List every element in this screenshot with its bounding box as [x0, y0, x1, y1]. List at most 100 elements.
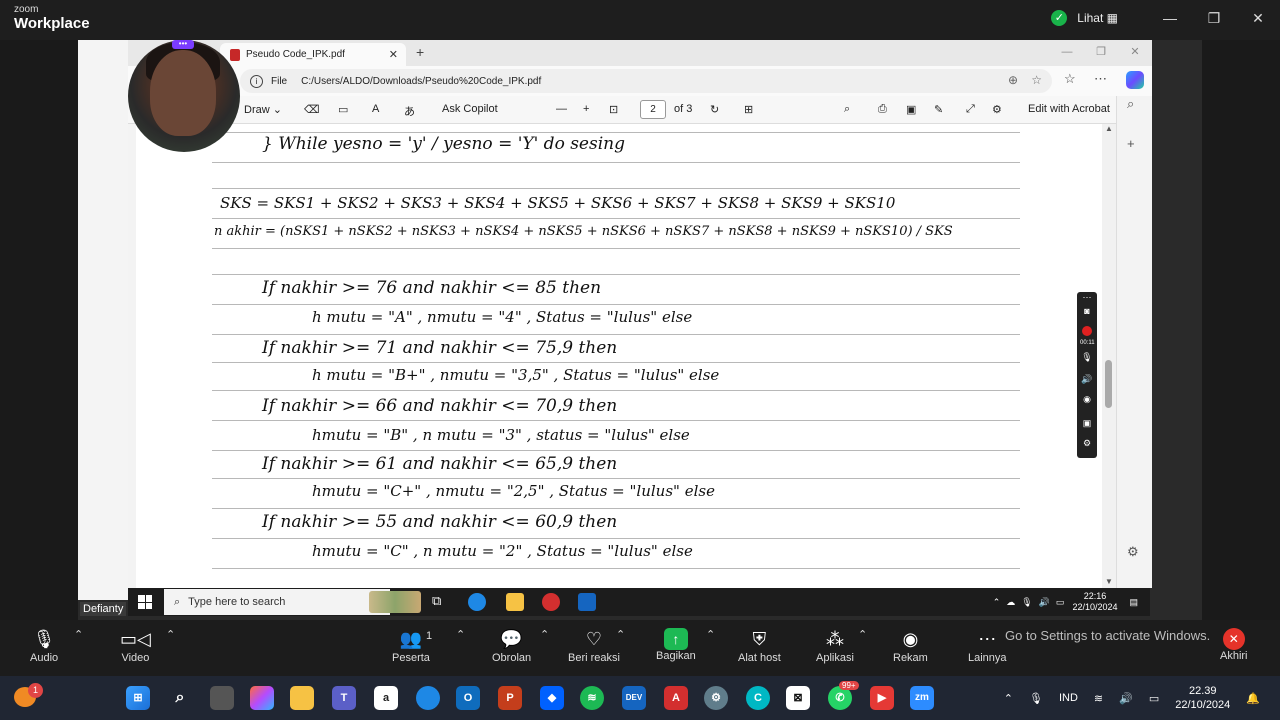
eraser-icon[interactable]: ⌫	[304, 103, 320, 116]
edit-with-acrobat-button[interactable]: Edit with Acrobat	[1028, 103, 1110, 115]
task-view-icon[interactable]: ⧉	[432, 593, 450, 611]
rec-settings-icon[interactable]: ⚙	[1080, 438, 1094, 449]
chat-button[interactable]: 💬 Obrolan	[492, 628, 531, 664]
share-screen-button[interactable]: ↑ Bagikan	[656, 628, 696, 662]
dev-icon[interactable]: DEV	[622, 686, 646, 710]
notification-icon[interactable]: ▤	[1129, 597, 1138, 608]
windows-start-icon[interactable]	[138, 595, 152, 609]
video-button[interactable]: ▭◁ Video	[120, 628, 151, 664]
share-chevron-icon[interactable]: ⌃	[706, 628, 715, 641]
edge-close-button[interactable]: ✕	[1118, 40, 1152, 66]
settings-gear-icon[interactable]: ⚙	[992, 103, 1002, 116]
tray-chevron-icon[interactable]: ⌃	[993, 597, 1001, 608]
zoom-icon[interactable]: ⊕	[1008, 73, 1018, 87]
save-as-icon[interactable]: ✎	[934, 103, 943, 116]
tray-chevron-icon[interactable]: ⌃	[1004, 692, 1013, 705]
file-explorer-icon[interactable]	[506, 593, 524, 611]
inner-clock[interactable]: 22:16 22/10/2024	[1072, 591, 1117, 613]
amazon-icon[interactable]: a	[374, 686, 398, 710]
battery-icon[interactable]: ▭	[1149, 692, 1159, 705]
system-clock[interactable]: 22.39 22/10/2024	[1175, 684, 1230, 712]
edge-app-icon[interactable]	[468, 593, 486, 611]
fit-page-icon[interactable]: ⊡	[609, 103, 618, 116]
wifi-icon[interactable]: ≋	[1094, 692, 1103, 705]
react-button[interactable]: ♡ Beri reaksi	[568, 628, 620, 664]
record-button[interactable]: ◉ Rekam	[893, 628, 928, 664]
view-button[interactable]: Lihat ▦	[1077, 11, 1118, 25]
notification-bell-icon[interactable]: 🔔	[1246, 692, 1260, 705]
edge-minimize-button[interactable]: —	[1050, 40, 1084, 66]
draw-button[interactable]: Draw ⌄	[244, 103, 282, 116]
drag-handle-icon[interactable]: ⋯	[1080, 292, 1094, 303]
capcut-icon[interactable]: ⊠	[786, 686, 810, 710]
dropbox-icon[interactable]: ◆	[540, 686, 564, 710]
security-shield-icon[interactable]: ✓	[1051, 10, 1068, 26]
outlook-icon[interactable]: O	[456, 686, 480, 710]
video-options-icon[interactable]: •••	[172, 40, 194, 49]
search-icon[interactable]: ⌕	[168, 686, 192, 710]
screen-icon[interactable]: ▣	[1080, 418, 1094, 429]
zoom-in-icon[interactable]: +	[583, 103, 589, 115]
webcam-video[interactable]	[128, 40, 240, 152]
tray-battery-icon[interactable]: ▭	[1056, 597, 1065, 608]
translate-icon[interactable]: あ	[404, 103, 415, 119]
audio-options-chevron-icon[interactable]: ⌃	[74, 628, 83, 641]
restore-button[interactable]: ❐	[1192, 10, 1236, 27]
start-icon[interactable]: ⊞	[126, 686, 150, 710]
participants-chevron-icon[interactable]: ⌃	[456, 628, 465, 641]
close-button[interactable]: ✕	[1236, 10, 1280, 27]
text-view-icon[interactable]: ▭	[338, 103, 348, 116]
video-options-chevron-icon[interactable]: ⌃	[166, 628, 175, 641]
apps-chevron-icon[interactable]: ⌃	[858, 628, 867, 641]
volume-icon[interactable]: 🔊	[1119, 692, 1133, 705]
participants-button[interactable]: 👥 Peserta	[392, 628, 430, 664]
task-view-icon[interactable]	[210, 686, 234, 710]
search-icon[interactable]: ⌕	[844, 103, 850, 116]
more-button[interactable]: ⋯ Lainnya	[968, 628, 1007, 664]
tray-mic-icon[interactable]: 🎙	[1021, 597, 1032, 608]
zoom-out-icon[interactable]: —	[556, 103, 567, 115]
webcam-toggle-icon[interactable]: ◉	[1080, 394, 1094, 405]
spotify-icon[interactable]: ≋	[580, 686, 604, 710]
pdf-scrollbar[interactable]: ▲ ▼	[1102, 124, 1116, 588]
speaker-icon[interactable]: 🔊	[1080, 374, 1094, 385]
minimize-button[interactable]: —	[1148, 10, 1192, 26]
dev-app-icon[interactable]	[578, 593, 596, 611]
tab-pdf[interactable]: Pseudo Code_IPK.pdf ✕	[220, 43, 406, 66]
end-meeting-button[interactable]: ✕ Akhiri	[1220, 628, 1248, 662]
mic-icon[interactable]: 🎙	[1080, 352, 1094, 363]
ask-copilot-button[interactable]: Ask Copilot	[442, 103, 498, 115]
save-icon[interactable]: ▣	[906, 103, 916, 116]
tray-mic-icon[interactable]: 🎙	[1029, 692, 1043, 705]
acrobat-icon[interactable]: A	[664, 686, 688, 710]
sidebar-settings-icon[interactable]: ⚙	[1127, 544, 1139, 560]
more-menu-icon[interactable]: ⋯	[1094, 71, 1107, 87]
scroll-down-icon[interactable]: ▼	[1105, 577, 1113, 586]
record-dot-icon[interactable]	[1082, 326, 1092, 336]
react-chevron-icon[interactable]: ⌃	[616, 628, 625, 641]
canva-icon[interactable]: C	[746, 686, 770, 710]
url-field[interactable]: i File C:/Users/ALDO/Downloads/Pseudo%20…	[240, 69, 1052, 93]
teams-icon[interactable]: T	[332, 686, 356, 710]
tray-volume-icon[interactable]: 🔊	[1039, 597, 1050, 608]
edge-restore-button[interactable]: ❐	[1084, 40, 1118, 66]
read-aloud-icon[interactable]: A	[372, 103, 379, 115]
copilot-app-icon[interactable]	[250, 686, 274, 710]
taskbar-search-input[interactable]: ⌕ Type here to search	[164, 589, 421, 615]
file-explorer-icon[interactable]	[290, 686, 314, 710]
new-tab-icon[interactable]: +	[416, 44, 424, 60]
favorites-icon[interactable]: ☆	[1064, 71, 1076, 87]
rotate-icon[interactable]: ↻	[710, 103, 719, 116]
audio-button[interactable]: 🎙 Audio	[30, 628, 58, 664]
sidebar-add-icon[interactable]: +	[1127, 136, 1135, 151]
page-number-input[interactable]: 2	[640, 100, 666, 119]
language-indicator[interactable]: IND	[1059, 692, 1078, 704]
copilot-icon[interactable]	[1126, 71, 1144, 89]
fullscreen-icon[interactable]: ⤢	[966, 103, 975, 116]
apps-button[interactable]: ⁂ Aplikasi	[816, 628, 854, 664]
recorder-app-icon[interactable]	[542, 593, 560, 611]
scroll-up-icon[interactable]: ▲	[1105, 124, 1113, 133]
chat-chevron-icon[interactable]: ⌃	[540, 628, 549, 641]
print-icon[interactable]: ⎙	[878, 103, 887, 116]
favorite-star-icon[interactable]: ☆	[1031, 73, 1042, 87]
